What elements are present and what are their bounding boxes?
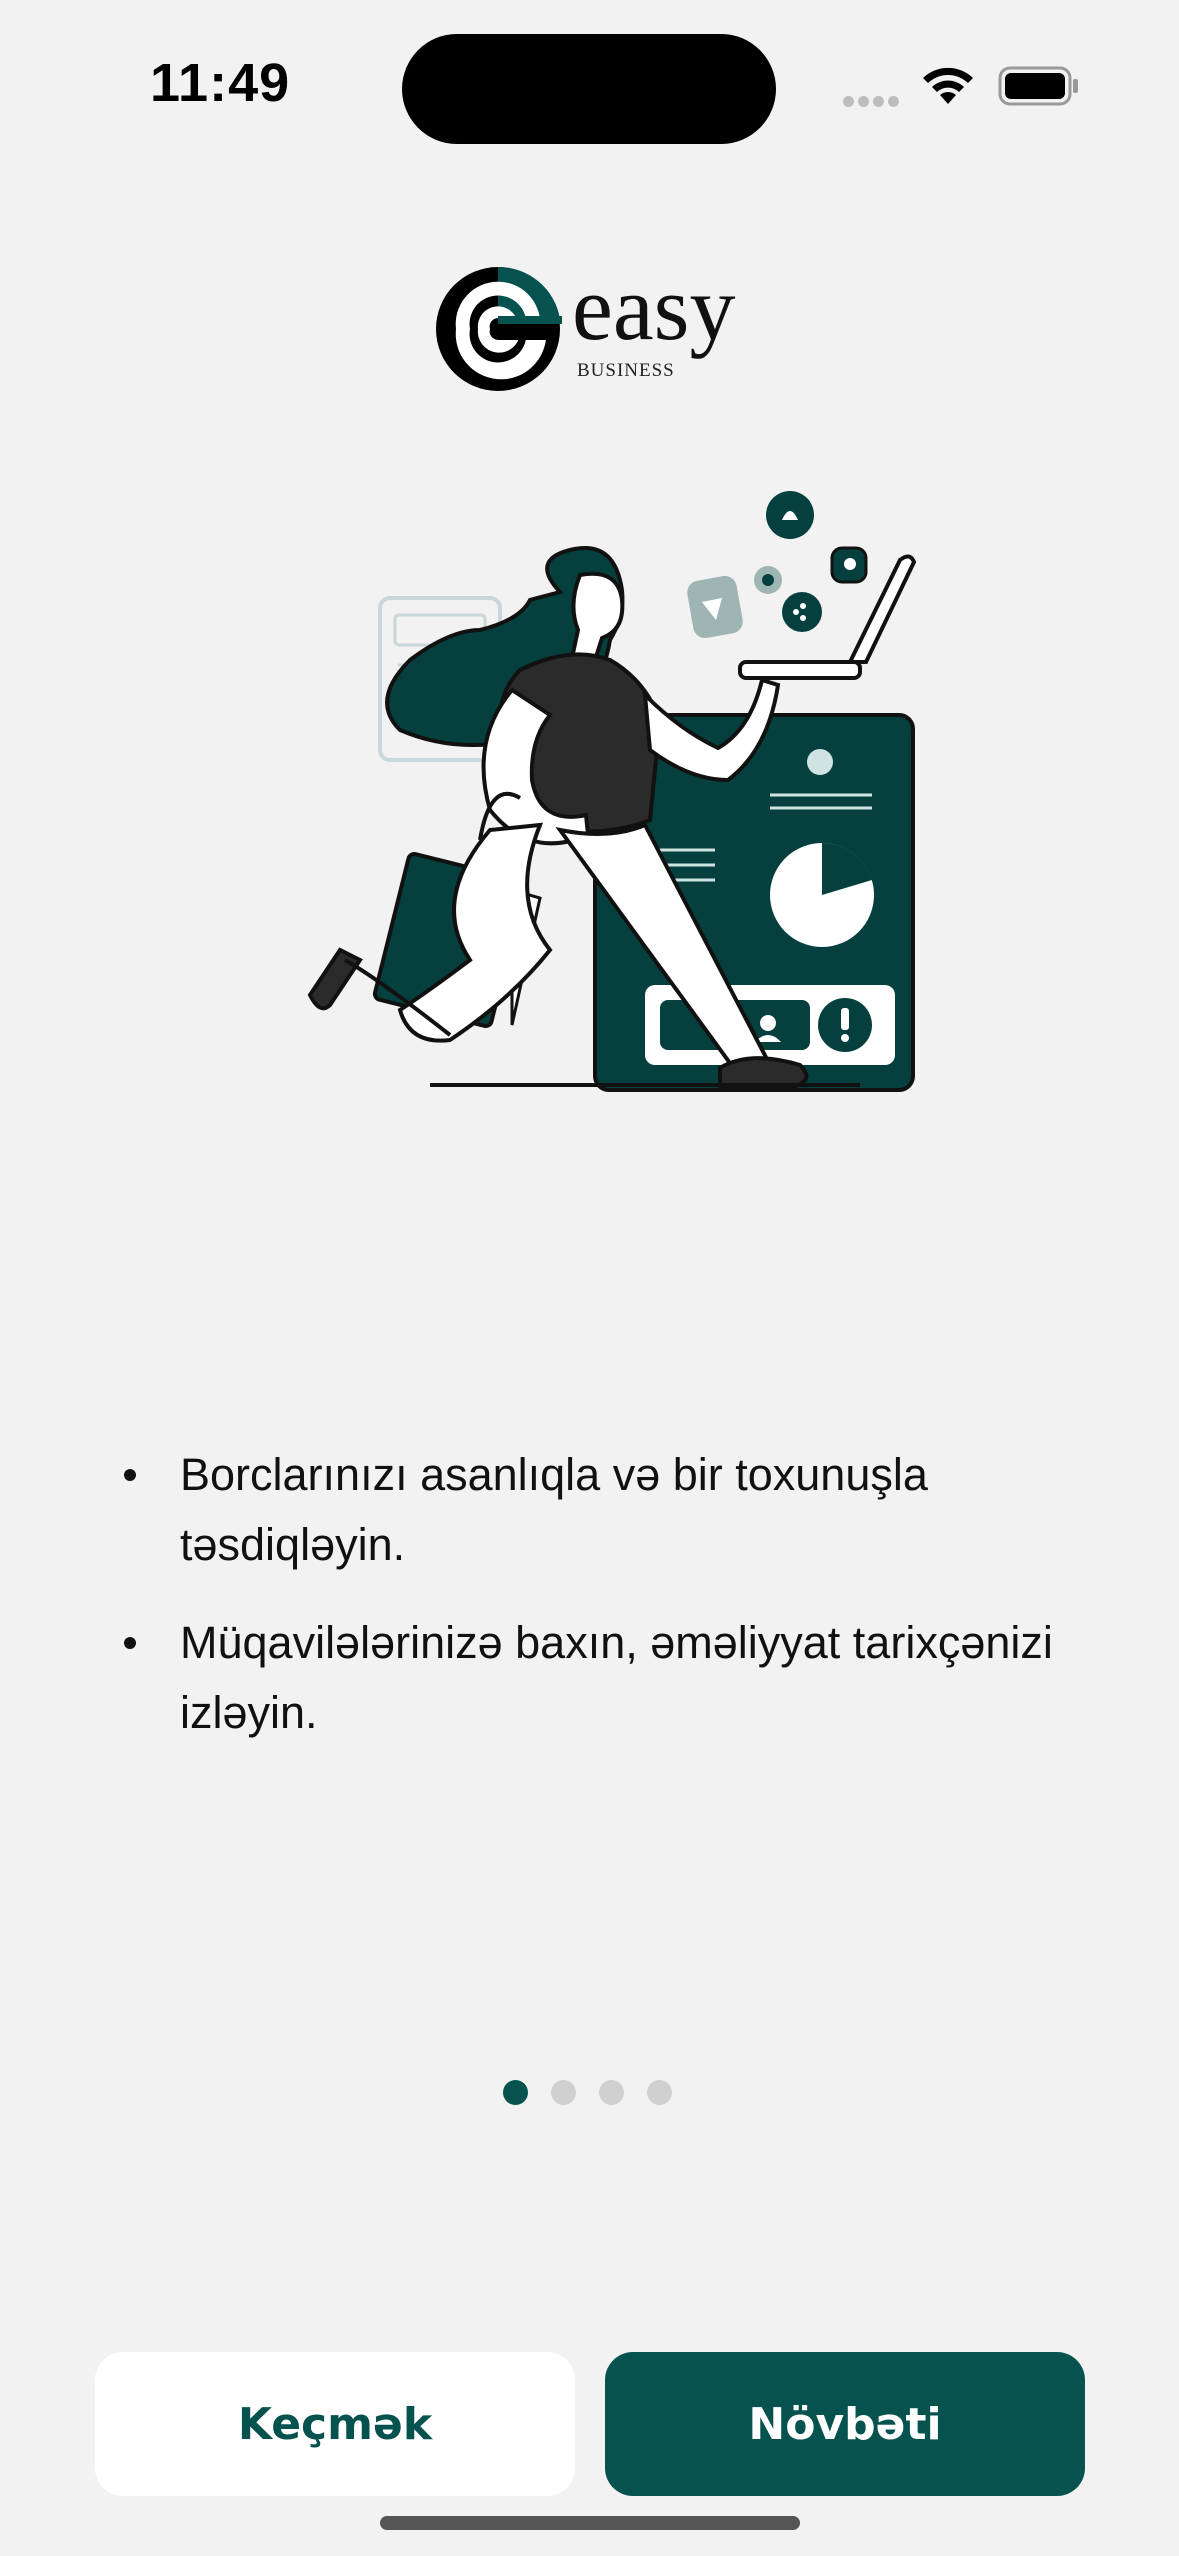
battery-icon — [998, 66, 1078, 106]
page-dot[interactable] — [599, 2080, 624, 2105]
home-indicator[interactable] — [380, 2516, 800, 2530]
feature-item: Borclarınızı asanlıqla və bir toxunuşla … — [118, 1440, 1078, 1580]
logo-wordmark: easy — [572, 257, 736, 359]
bullet-icon — [124, 1469, 136, 1481]
page-dot-active[interactable] — [503, 2080, 528, 2105]
next-button[interactable]: Növbəti — [605, 2352, 1085, 2496]
page-indicator — [503, 2080, 695, 2108]
feature-list: Borclarınızı asanlıqla və bir toxunuşla … — [118, 1440, 1078, 1776]
logo-subtitle: BUSINESS — [577, 360, 675, 381]
dynamic-island — [402, 34, 776, 144]
feature-text: Müqavilələrinizə baxın, əməliyyat tarixç… — [180, 1617, 1053, 1738]
floating-chat-icons — [687, 491, 868, 638]
app-logo: easy BUSINESS — [436, 257, 746, 394]
wifi-icon — [923, 67, 973, 104]
bullet-icon — [124, 1637, 136, 1649]
skip-button[interactable]: Keçmək — [95, 2352, 575, 2496]
feature-text: Borclarınızı asanlıqla və bir toxunuşla … — [180, 1449, 928, 1570]
logo-mark-icon — [436, 266, 562, 391]
status-bar: 11:49 — [0, 0, 1179, 180]
page-dot[interactable] — [647, 2080, 672, 2105]
status-time: 11:49 — [150, 53, 291, 113]
cellular-signal-icon — [843, 94, 905, 108]
feature-item: Müqavilələrinizə baxın, əməliyyat tarixç… — [118, 1608, 1078, 1748]
page-dot[interactable] — [551, 2080, 576, 2105]
onboarding-illustration — [307, 491, 917, 1092]
